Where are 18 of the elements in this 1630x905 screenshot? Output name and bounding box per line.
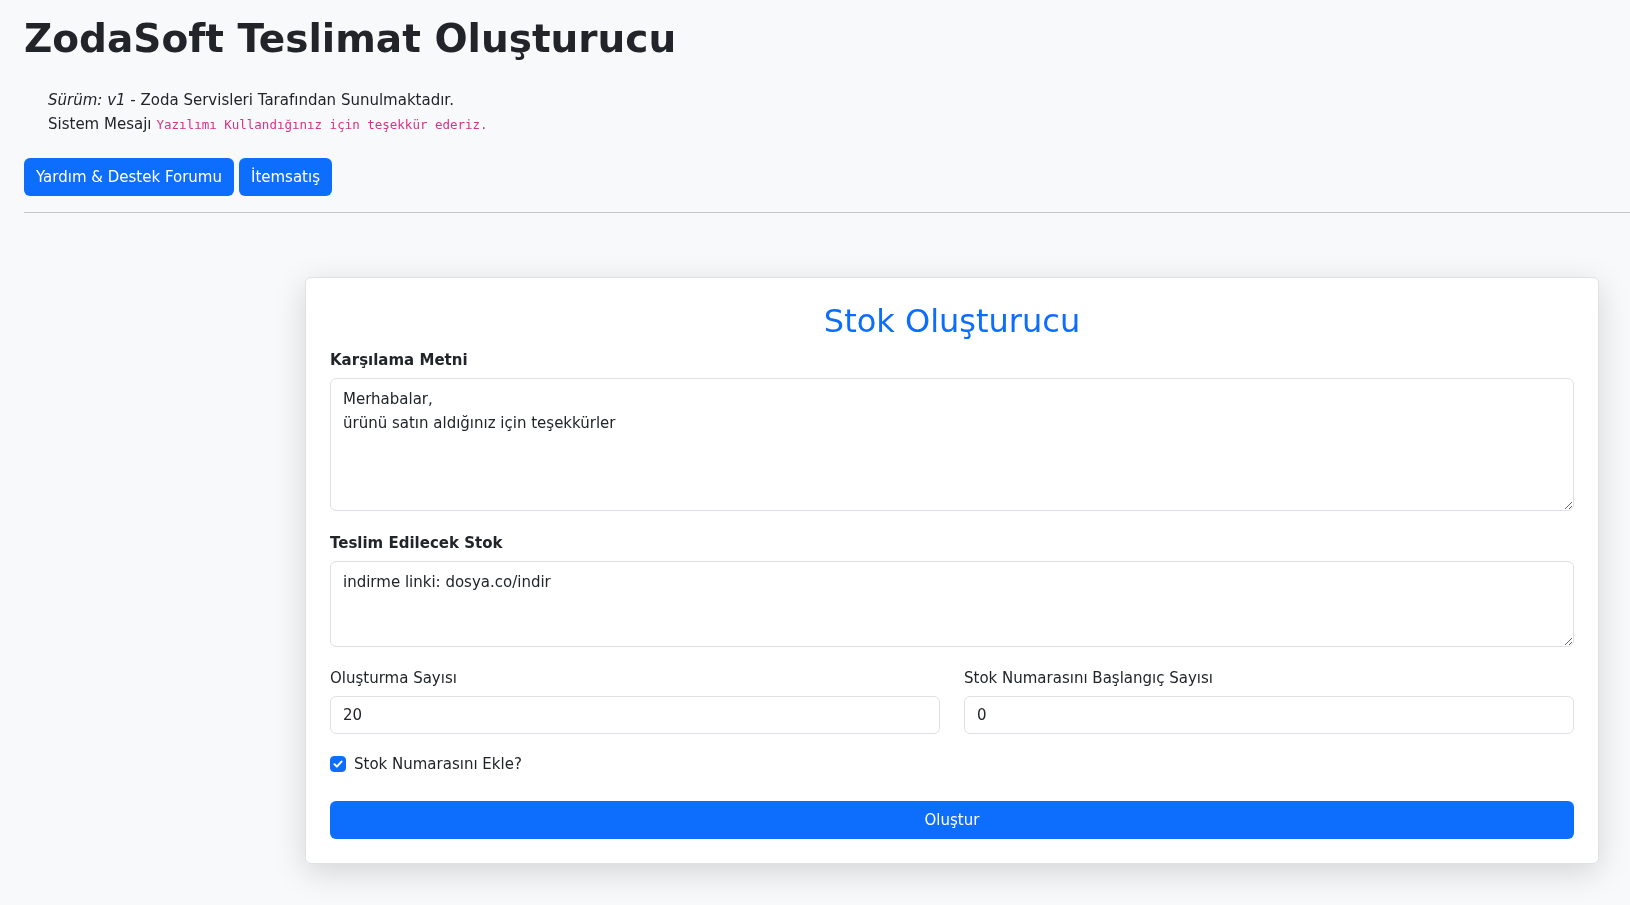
field-label: Stok Numarasını Başlangıç Sayısı — [964, 668, 1214, 687]
link-button[interactable]: Yardım & Destek Forumu — [24, 157, 234, 196]
field-label: Karşılama Metni — [330, 350, 468, 369]
field-label: Oluşturma Sayısı — [330, 668, 458, 687]
checkbox[interactable] — [330, 755, 346, 772]
card-title: Stok Oluşturucu — [822, 301, 1082, 340]
start-number-input[interactable]: 0 — [964, 695, 1574, 734]
system-message-label: Sistem Mesajı — [48, 113, 152, 135]
system-message: Yazılımı Kullandığınız için teşekkür ederiz. — [156, 115, 488, 134]
submit-button[interactable]: Oluştur — [330, 800, 1574, 839]
checkbox-label: Stok Numarasını Ekle? — [354, 754, 522, 773]
count-input[interactable]: 20 — [330, 695, 940, 734]
greeting-textarea[interactable]: Merhabalar, ürünü satın aldığınız için teşekkürler — [330, 377, 1574, 511]
page-title: ZodaSoft Teslimat Oluşturucu — [24, 16, 678, 63]
field-label: Teslim Edilecek Stok — [330, 533, 503, 552]
stock-textarea[interactable]: indirme linki: dosya.co/indir — [330, 560, 1574, 647]
version-text: Sürüm: v1 - Zoda Servisleri Tarafından Sunulmaktadır. — [48, 89, 455, 111]
link-button[interactable]: İtemsatış — [238, 157, 332, 196]
